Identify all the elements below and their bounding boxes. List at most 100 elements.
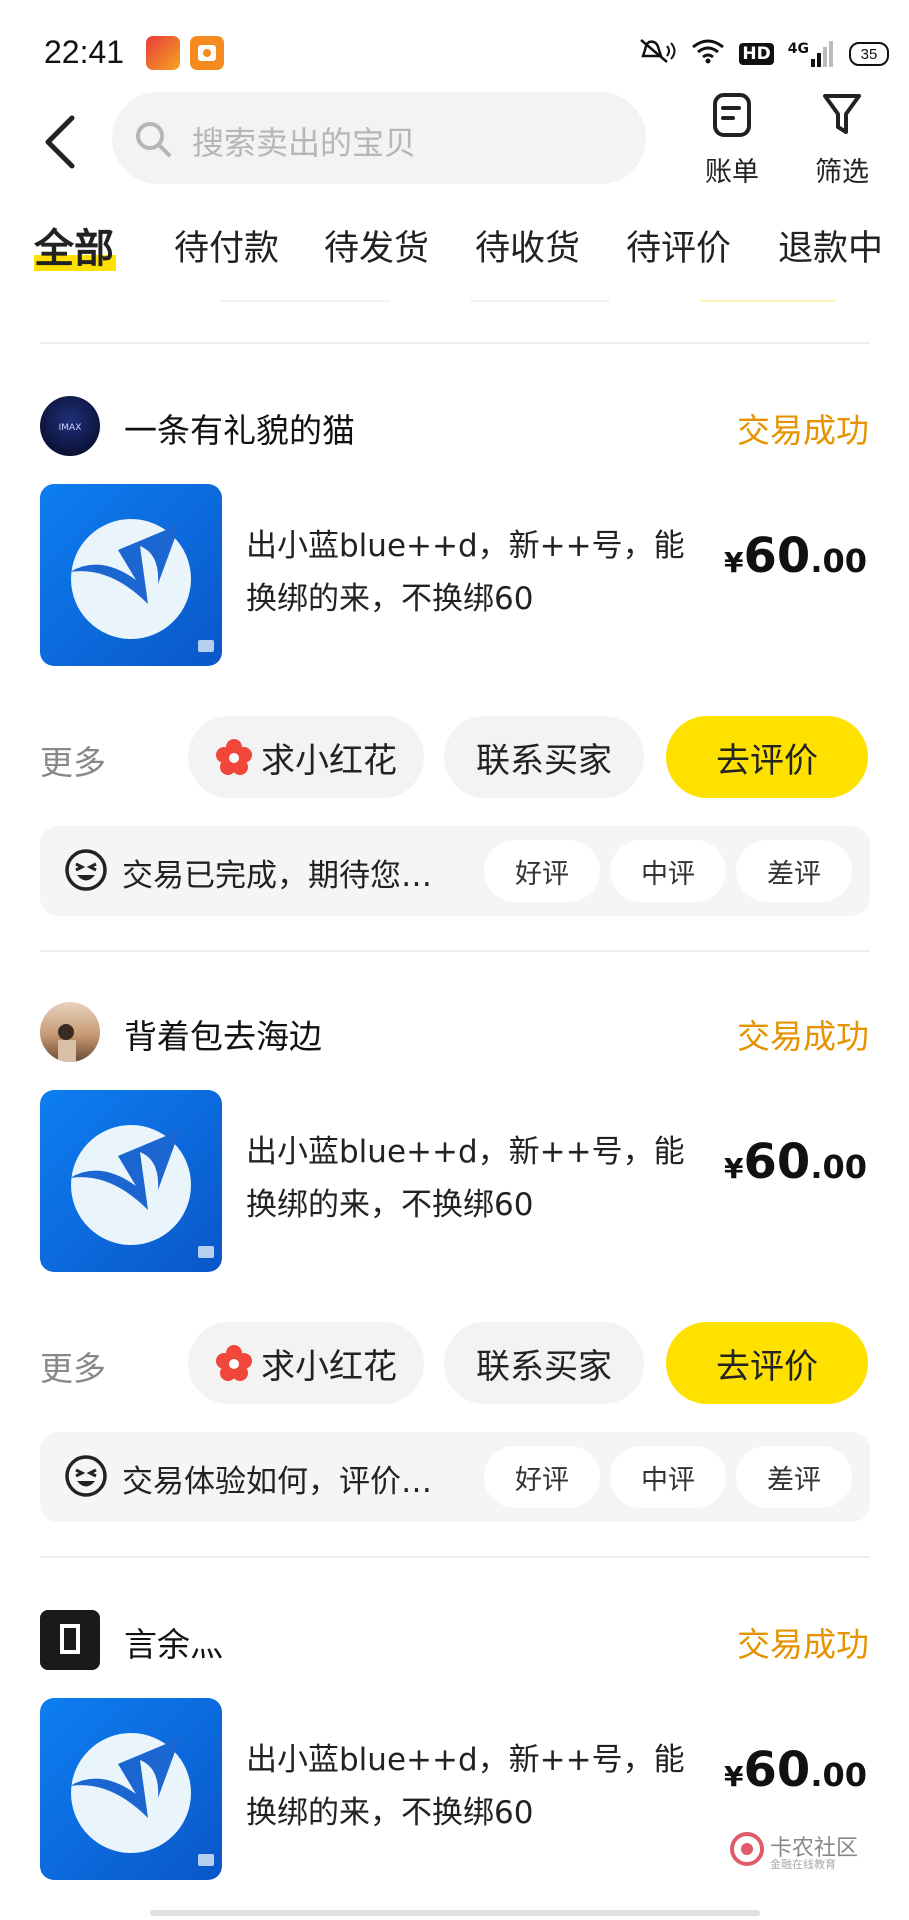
- price: ¥60.00: [724, 1742, 867, 1798]
- bill-button[interactable]: 账单: [692, 92, 772, 189]
- product-thumbnail[interactable]: [40, 1698, 222, 1880]
- avatar[interactable]: IMAX: [40, 396, 100, 456]
- ask-flower-button[interactable]: 求小红花: [188, 1322, 424, 1404]
- contact-buyer-label: 联系买家: [476, 740, 612, 781]
- mute-icon: [637, 38, 677, 70]
- order-card: 背着包去海边 交易成功 出小蓝blue++d，新++号，能换绑的来，不换绑60 …: [0, 1002, 909, 1522]
- ask-flower-button[interactable]: 求小红花: [188, 716, 424, 798]
- currency-symbol: ¥: [724, 1760, 744, 1793]
- tab-pending-shipment[interactable]: 待发货: [324, 220, 429, 271]
- clock: 22:41: [44, 34, 125, 70]
- back-arrow-icon: [45, 115, 75, 169]
- product-title[interactable]: 出小蓝blue++d，新++号，能换绑的来，不换绑60: [246, 1734, 706, 1840]
- status-badge: 交易成功: [737, 1017, 869, 1056]
- rate-bad-label: 差评: [767, 858, 821, 890]
- watermark: 卡农社区 金融在线教育: [728, 1830, 858, 1871]
- product-thumbnail[interactable]: [40, 484, 222, 666]
- ask-flower-label: 求小红花: [261, 1346, 397, 1387]
- order-card: IMAX 一条有礼貌的猫 交易成功 出小蓝blue++d，新++号，能换绑的来，…: [0, 396, 909, 916]
- divider: [470, 300, 610, 302]
- tab-all[interactable]: 全部: [34, 216, 114, 274]
- divider: [40, 950, 870, 952]
- wifi-icon: [691, 38, 725, 70]
- bill-icon: [713, 93, 751, 137]
- signal-icon: 4G: [788, 41, 835, 67]
- currency-symbol: ¥: [724, 1152, 744, 1185]
- rate-bad-button[interactable]: 差评: [736, 840, 852, 902]
- svg-text:IMAX: IMAX: [59, 423, 82, 433]
- bill-label: 账单: [705, 157, 759, 188]
- divider: [220, 300, 390, 302]
- home-indicator[interactable]: [150, 1910, 760, 1916]
- search-icon: [136, 122, 171, 157]
- filter-icon: [823, 94, 861, 134]
- rate-bad-label: 差评: [767, 1464, 821, 1496]
- more-button[interactable]: 更多: [40, 736, 106, 784]
- smiley-face-icon: [65, 1455, 107, 1497]
- go-review-button[interactable]: 去评价: [666, 1322, 868, 1404]
- price-integer: 60: [743, 1134, 811, 1190]
- go-review-button[interactable]: 去评价: [666, 716, 868, 798]
- ask-flower-label: 求小红花: [261, 740, 397, 781]
- go-review-label: 去评价: [716, 1346, 818, 1387]
- go-review-label: 去评价: [716, 740, 818, 781]
- tab-pending-review[interactable]: 待评价: [626, 220, 731, 271]
- watermark-subtitle: 金融在线教育: [770, 1858, 836, 1871]
- back-button[interactable]: [38, 112, 82, 172]
- status-bar: 22:41 HD 4G 35: [0, 0, 909, 80]
- contact-buyer-button[interactable]: 联系买家: [444, 1322, 644, 1404]
- tab-pending-receipt[interactable]: 待收货: [475, 220, 580, 271]
- divider: [40, 342, 870, 344]
- smiley-face-icon: [65, 849, 107, 891]
- review-prompt-text: 交易已完成，期待您…: [122, 858, 432, 894]
- contact-buyer-button[interactable]: 联系买家: [444, 716, 644, 798]
- status-badge: 交易成功: [737, 411, 869, 450]
- contact-buyer-label: 联系买家: [476, 1346, 612, 1387]
- price-decimal: .00: [810, 1148, 867, 1186]
- rate-neutral-button[interactable]: 中评: [610, 840, 726, 902]
- search-input[interactable]: 搜索卖出的宝贝: [112, 92, 646, 184]
- avatar[interactable]: [40, 1002, 100, 1062]
- price-decimal: .00: [810, 542, 867, 580]
- more-button[interactable]: 更多: [40, 1342, 106, 1390]
- tab-pending-payment[interactable]: 待付款: [174, 220, 279, 271]
- product-thumbnail[interactable]: [40, 1090, 222, 1272]
- buyer-name[interactable]: 一条有礼貌的猫: [124, 404, 355, 452]
- divider: [700, 300, 835, 302]
- search-placeholder: 搜索卖出的宝贝: [192, 124, 417, 162]
- network-type: 4G: [787, 41, 809, 57]
- status-badge: 交易成功: [737, 1625, 869, 1664]
- filter-label: 筛选: [815, 157, 869, 188]
- app-logo-icon: [70, 519, 214, 652]
- rate-bad-button[interactable]: 差评: [736, 1446, 852, 1508]
- avatar[interactable]: [40, 1610, 100, 1670]
- divider: [40, 1556, 870, 1558]
- red-flower-icon: [216, 739, 252, 775]
- app-logo-icon: [70, 1125, 214, 1258]
- rate-neutral-label: 中评: [641, 858, 695, 890]
- filter-button[interactable]: 筛选: [802, 92, 882, 189]
- buyer-name[interactable]: 言余灬: [124, 1618, 223, 1666]
- price: ¥60.00: [724, 528, 867, 584]
- buyer-name[interactable]: 背着包去海边: [124, 1010, 322, 1058]
- tab-refunding[interactable]: 退款中: [778, 220, 883, 271]
- review-prompt-bar: 交易已完成，期待您… 好评 中评 差评: [40, 826, 870, 916]
- price: ¥60.00: [724, 1134, 867, 1190]
- product-title[interactable]: 出小蓝blue++d，新++号，能换绑的来，不换绑60: [246, 1126, 706, 1232]
- rate-good-button[interactable]: 好评: [484, 840, 600, 902]
- hd-badge: HD: [739, 43, 774, 65]
- rate-neutral-button[interactable]: 中评: [610, 1446, 726, 1508]
- price-integer: 60: [743, 528, 811, 584]
- rate-good-button[interactable]: 好评: [484, 1446, 600, 1508]
- battery-icon: 35: [849, 42, 889, 66]
- notification-app-icon: [146, 36, 180, 70]
- price-decimal: .00: [810, 1756, 867, 1794]
- watermark-logo-icon: [730, 1832, 764, 1866]
- rate-good-label: 好评: [515, 1464, 569, 1496]
- rate-neutral-label: 中评: [641, 1464, 695, 1496]
- product-title[interactable]: 出小蓝blue++d，新++号，能换绑的来，不换绑60: [246, 520, 706, 626]
- notification-app-icon: [190, 36, 224, 70]
- rate-good-label: 好评: [515, 858, 569, 890]
- order-tabs: 全部 待付款 待发货 待收货 待评价 退款中: [0, 212, 909, 282]
- review-prompt-text: 交易体验如何，评价…: [122, 1464, 432, 1500]
